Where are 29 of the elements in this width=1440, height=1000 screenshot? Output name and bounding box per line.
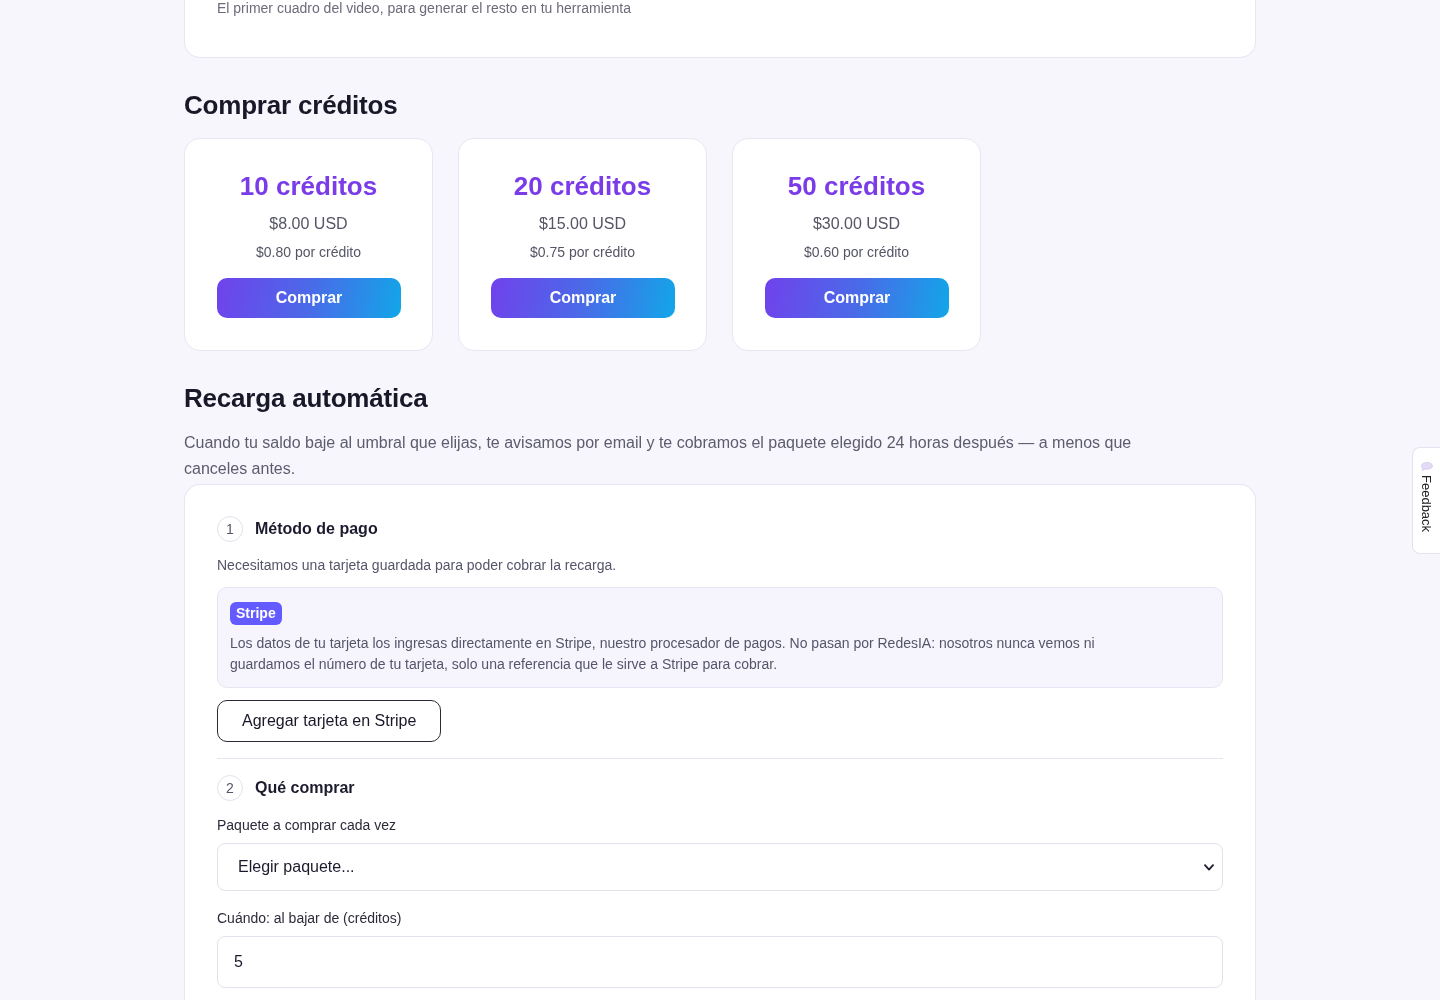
package-credits: 50 créditos <box>786 170 927 202</box>
notice-text: Los datos de tu tarjeta los ingresas directamente en Stripe, nuestro procesador de pagos. No pasan por RedesIA: nosotros nunca vemos ni guardamos el número de tu tarjeta, solo una referencia que le sirve a Stripe para cobrar. <box>230 634 1096 674</box>
buy-button[interactable]: Comprar <box>217 278 401 318</box>
section-title: Recarga automática <box>184 383 429 413</box>
package-unit-price: $0.80 por crédito <box>254 243 363 262</box>
section-description: Cuando tu saldo baje al umbral que elijas, te avisamos por email y te cobramos el paquete elegido 24 horas después — a menos que canceles antes. <box>184 433 1133 479</box>
chevron-down-icon <box>1204 864 1214 871</box>
provider-badge: Stripe <box>230 602 282 625</box>
chat-bubble-icon <box>1420 462 1433 471</box>
buy-button[interactable]: Comprar <box>765 278 949 318</box>
package-credits: 20 créditos <box>512 170 653 202</box>
feedback-tab[interactable]: Feedback <box>1412 447 1440 554</box>
package-unit-price: $0.60 por crédito <box>802 243 911 262</box>
step-title: Método de pago <box>255 519 378 539</box>
field-label: Cuándo: al bajar de (créditos) <box>217 909 403 928</box>
threshold-input[interactable]: 5 <box>217 936 1223 988</box>
buy-button[interactable]: Comprar <box>491 278 675 318</box>
package-price: $8.00 USD <box>268 214 349 234</box>
card-caption: El primer cuadro del video, para generar el resto en tu herramienta <box>217 0 632 16</box>
step-title: Qué comprar <box>255 778 355 798</box>
package-credits: 10 créditos <box>238 170 379 202</box>
package-select[interactable]: Elegir paquete... <box>217 843 1223 891</box>
step-description: Necesitamos una tarjeta guardada para poder cobrar la recarga. <box>217 556 618 575</box>
add-card-button[interactable]: Agregar tarjeta en Stripe <box>217 700 442 742</box>
package-unit-price: $0.75 por crédito <box>528 243 637 262</box>
package-price: $15.00 USD <box>537 214 628 234</box>
field-label: Paquete a comprar cada vez <box>217 816 397 835</box>
section-title: Comprar créditos <box>184 90 399 120</box>
package-price: $30.00 USD <box>811 214 902 234</box>
